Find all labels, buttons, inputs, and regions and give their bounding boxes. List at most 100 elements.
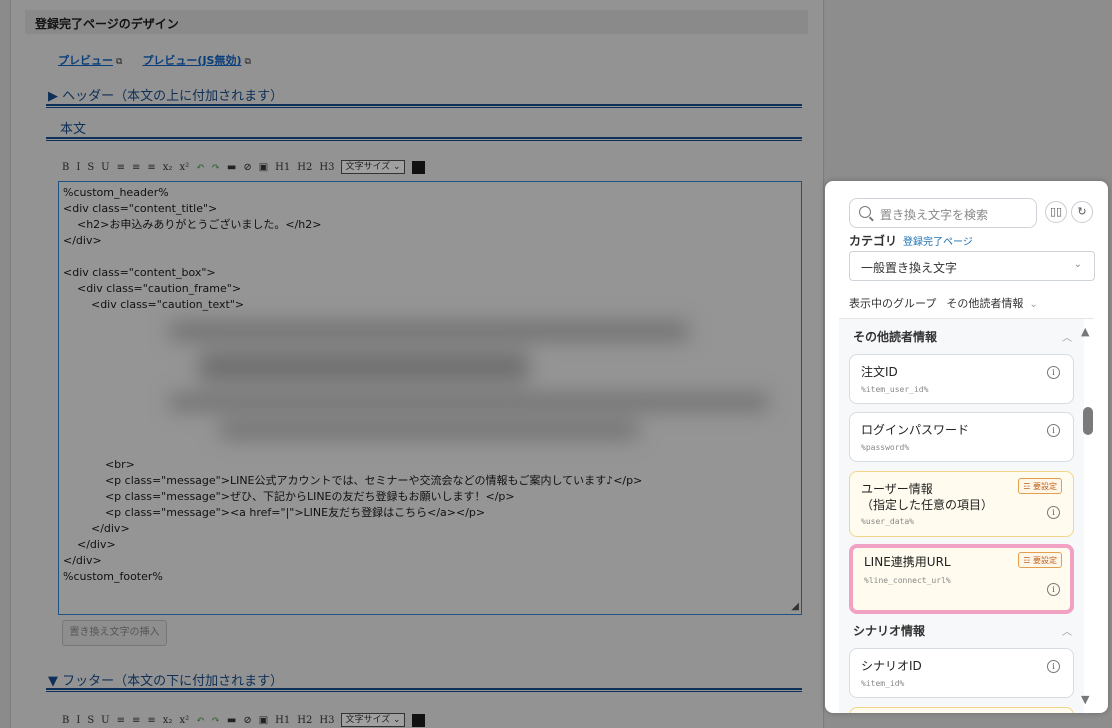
font-size-select[interactable]: 文字サイズ ⌄ <box>341 160 405 174</box>
category-select[interactable]: 一般置き換え文字 ⌄ <box>849 251 1095 281</box>
search-icon <box>859 206 871 218</box>
code-line: </div> <box>63 538 116 551</box>
code-line: <h2>お申込みありがとうございました。</h2> <box>63 218 322 231</box>
placeholder-card[interactable]: ユーザー情報 （指定した任意の項目） %user_data% ☲ 要設定 i <box>849 471 1074 537</box>
toolbar-button[interactable]: S <box>87 162 94 173</box>
placeholder-card[interactable]: ログインパスワード %password% i <box>849 412 1074 462</box>
toolbar-button[interactable]: ▣ <box>259 162 268 173</box>
text-color-button[interactable] <box>411 713 425 727</box>
body-section-title: 本文 <box>60 122 87 137</box>
chevron-down-icon: ⌄ <box>1029 299 1038 310</box>
toolbar-button[interactable]: ▬ <box>227 715 236 726</box>
code-line: <div class="caution_frame"> <box>63 282 242 295</box>
category-value: 登録完了ページ <box>903 237 973 248</box>
info-icon[interactable]: i <box>1047 660 1060 673</box>
toolbar-button[interactable]: ↶ <box>196 162 204 173</box>
toolbar-button[interactable]: U <box>101 162 109 173</box>
toolbar-button[interactable]: ≡ <box>117 162 125 173</box>
code-line: <div class="content_box"> <box>63 266 216 279</box>
toolbar-button[interactable]: ↷ <box>211 715 219 726</box>
required-badge: ☲ 要設定 <box>1018 478 1062 494</box>
toolbar-button[interactable]: ▣ <box>259 715 268 726</box>
search-input[interactable]: 置き換え文字を検索 <box>849 198 1037 228</box>
code-line: <div class="caution_text"> <box>63 298 245 311</box>
toolbar-button[interactable]: ⊘ <box>243 715 251 726</box>
code-line: %custom_footer% <box>63 570 163 583</box>
placeholder-card[interactable] <box>849 707 1074 713</box>
toolbar-button[interactable]: H2 <box>297 715 312 726</box>
search-placeholder: 置き換え文字を検索 <box>880 208 989 222</box>
chevron-up-icon[interactable]: ︿ <box>1062 329 1072 344</box>
placeholder-list: その他読者情報 ︿ 注文ID %item_user_id% i ログインパスワー… <box>839 319 1084 713</box>
toolbar-button[interactable]: B <box>62 715 69 726</box>
scroll-up-icon[interactable]: ▲ <box>1081 325 1089 338</box>
divider <box>46 137 802 141</box>
divider <box>46 688 802 692</box>
preview-link[interactable]: プレビュー ⧉ <box>58 52 122 68</box>
font-size-select[interactable]: 文字サイズ ⌄ <box>341 713 405 727</box>
code-line: <div class="content_title"> <box>63 202 218 215</box>
toolbar-button[interactable]: I <box>76 162 80 173</box>
code-line: <br> <box>63 458 135 471</box>
card-title: 注文ID <box>861 365 898 379</box>
info-icon[interactable]: i <box>1047 583 1060 596</box>
placeholder-panel: 置き換え文字を検索 ▯▯ ↻ カテゴリ 登録完了ページ 一般置き換え文字 ⌄ 表… <box>825 181 1108 713</box>
placeholder-card[interactable]: シナリオID %item_id% i <box>849 648 1074 698</box>
placeholder-card-highlighted[interactable]: LINE連携用URL %line_connect_url% ☲ 要設定 i <box>849 544 1074 614</box>
toolbar-button[interactable]: ≡ <box>132 162 140 173</box>
code-editor[interactable]: %custom_header% <div class="content_title… <box>58 181 802 615</box>
footer-section-toggle[interactable]: ▼ フッター（本文の下に付加されます） <box>48 670 283 689</box>
preview-nojs-link[interactable]: プレビュー(JS無効) ⧉ <box>142 52 251 68</box>
code-line: <p class="message"><a href="|">LINE友だち登録… <box>63 506 486 519</box>
text-color-button[interactable] <box>411 160 425 174</box>
info-icon[interactable]: i <box>1047 424 1060 437</box>
toolbar-button[interactable]: ▬ <box>227 162 236 173</box>
toolbar-button[interactable]: ≡ <box>132 715 140 726</box>
toolbar-button[interactable]: H3 <box>319 162 334 173</box>
group-title: シナリオ情報 <box>853 624 926 638</box>
toolbar-button[interactable]: ≡ <box>147 162 155 173</box>
page-title: 登録完了ページのデザイン <box>25 10 808 34</box>
scroll-thumb[interactable] <box>1083 407 1093 435</box>
card-title: ログインパスワード <box>861 423 970 437</box>
info-icon[interactable]: i <box>1047 366 1060 379</box>
toolbar-button[interactable]: x² <box>179 715 189 726</box>
toolbar-button[interactable]: x² <box>179 162 189 173</box>
placeholder-card[interactable]: 注文ID %item_user_id% i <box>849 354 1074 404</box>
toolbar-button[interactable]: H2 <box>297 162 312 173</box>
toolbar-button[interactable]: H1 <box>275 715 290 726</box>
scrollbar[interactable] <box>1084 319 1098 713</box>
insert-placeholder-button[interactable]: 置き換え文字の挿入 <box>62 620 167 646</box>
chevron-up-icon[interactable]: ︿ <box>1062 623 1072 638</box>
preview-links: プレビュー ⧉ プレビュー(JS無効) ⧉ <box>58 52 251 68</box>
card-code: %item_user_id% <box>861 385 929 394</box>
blurred-content <box>159 312 819 452</box>
resize-handle[interactable]: ◢ <box>791 601 799 612</box>
toolbar-button[interactable]: x₂ <box>163 715 173 726</box>
group-title: その他読者情報 <box>853 330 938 344</box>
toolbar-button[interactable]: H3 <box>319 715 334 726</box>
toolbar-button[interactable]: B <box>62 162 69 173</box>
toolbar-button[interactable]: ≡ <box>117 715 125 726</box>
toolbar-button[interactable]: ↷ <box>211 162 219 173</box>
refresh-icon[interactable]: ↻ <box>1071 201 1093 223</box>
code-line: </div> <box>63 234 102 247</box>
toolbar-button[interactable]: ≡ <box>147 715 155 726</box>
toolbar-button[interactable]: S <box>87 715 94 726</box>
book-icon[interactable]: ▯▯ <box>1045 201 1067 223</box>
toolbar-button[interactable]: I <box>76 715 80 726</box>
toolbar-button[interactable]: ⊘ <box>243 162 251 173</box>
card-title: ユーザー情報 （指定した任意の項目） <box>861 482 994 512</box>
info-icon[interactable]: i <box>1047 506 1060 519</box>
group-filter[interactable]: 表示中のグループ その他読者情報 ⌄ <box>849 295 1038 311</box>
toolbar-button[interactable]: x₂ <box>163 162 173 173</box>
card-title: シナリオID <box>861 659 922 673</box>
group-value: その他読者情報 <box>946 297 1024 310</box>
toolbar-button[interactable]: H1 <box>275 162 290 173</box>
card-code: %user_data% <box>861 517 914 526</box>
header-section-toggle[interactable]: ▶ ヘッダー（本文の上に付加されます） <box>48 85 283 104</box>
code-line: <p class="message">LINE公式アカウントでは、セミナーや交流… <box>63 474 643 487</box>
toolbar-button[interactable]: U <box>101 715 109 726</box>
toolbar-button[interactable]: ↶ <box>196 715 204 726</box>
scroll-down-icon[interactable]: ▼ <box>1081 693 1089 706</box>
